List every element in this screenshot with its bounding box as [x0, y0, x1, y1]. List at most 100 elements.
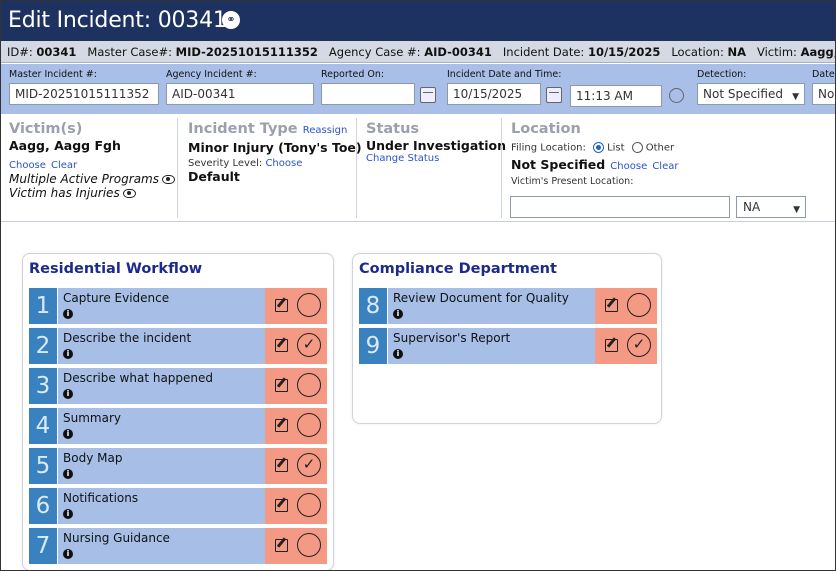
id-label: ID#:	[7, 45, 33, 59]
step-body[interactable]: Review Document for Quality i	[388, 288, 595, 324]
compliance-department-heading: Compliance Department	[359, 261, 557, 277]
master-incident-input[interactable]: MID-20251015111352	[9, 83, 159, 105]
step-body[interactable]: Notifications i	[58, 488, 265, 524]
detection-select[interactable]: Not Specified ▼	[697, 83, 805, 105]
step-actions	[265, 368, 327, 404]
workflow-step[interactable]: 7 Nursing Guidance i	[29, 528, 327, 564]
agency-incident-field: Agency Incident #: AID-00341	[166, 68, 314, 105]
eye-icon[interactable]	[161, 175, 175, 184]
step-body[interactable]: Nursing Guidance i	[58, 528, 265, 564]
change-status-link[interactable]: Change Status	[366, 153, 506, 164]
info-icon[interactable]: i	[63, 509, 73, 519]
step-label: Supervisor's Report	[393, 331, 511, 345]
victim-name: Aagg, Aagg Fgh	[9, 138, 121, 153]
edit-icon[interactable]	[275, 379, 288, 392]
step-label: Nursing Guidance	[63, 531, 170, 545]
workflow-step[interactable]: 8 Review Document for Quality i	[359, 288, 657, 324]
step-body[interactable]: Describe what happened i	[58, 368, 265, 404]
edit-icon[interactable]	[275, 539, 288, 552]
link-icon[interactable]: ⚭	[222, 11, 240, 29]
workflow-step[interactable]: 5 Body Map i ✓	[29, 448, 327, 484]
other-radio[interactable]	[631, 142, 643, 153]
edit-icon[interactable]	[275, 419, 288, 432]
step-label: Describe what happened	[63, 371, 214, 385]
step-body[interactable]: Supervisor's Report i	[388, 328, 595, 364]
calendar-icon[interactable]	[420, 87, 436, 103]
info-icon[interactable]: i	[63, 469, 73, 479]
residential-workflow-heading: Residential Workflow	[29, 261, 203, 277]
workflow-step[interactable]: 4 Summary i	[29, 408, 327, 444]
info-icon[interactable]: i	[63, 549, 73, 559]
reported-on-input[interactable]	[321, 83, 415, 105]
incident-datetime-label: Incident Date and Time:	[447, 69, 562, 80]
edit-icon[interactable]	[275, 499, 288, 512]
status-heading: Status	[366, 121, 420, 137]
empty-circle-icon[interactable]	[627, 293, 651, 317]
location-section: Location Filing Location: List Other Not…	[511, 120, 678, 187]
edit-icon[interactable]	[275, 339, 288, 352]
location-choose-link[interactable]: Choose	[610, 161, 647, 172]
step-number: 9	[359, 328, 387, 364]
step-body[interactable]: Summary i	[58, 408, 265, 444]
check-circle-icon[interactable]: ✓	[297, 333, 321, 357]
agency-incident-input[interactable]: AID-00341	[166, 83, 314, 105]
edit-incident-window: Edit Incident: 00341 ⚭ ID#: 00341 Master…	[0, 0, 836, 571]
location-value: NA	[727, 45, 747, 59]
edit-icon[interactable]	[605, 339, 618, 352]
workflow-step[interactable]: 9 Supervisor's Report i ✓	[359, 328, 657, 364]
incident-datetime-field: Incident Date and Time: 10/15/2025 11:13…	[447, 68, 684, 107]
info-icon[interactable]: i	[63, 389, 73, 399]
incident-details: Victim(s) Aagg, Aagg Fgh Choose Clear Mu…	[1, 114, 835, 222]
list-radio[interactable]	[593, 142, 605, 153]
date-input[interactable]: No	[812, 83, 835, 105]
severity-choose-link[interactable]: Choose	[265, 158, 302, 169]
agency-case-label: Agency Case #:	[328, 45, 421, 59]
step-body[interactable]: Capture Evidence i	[58, 288, 265, 324]
workflow-step[interactable]: 3 Describe what happened i	[29, 368, 327, 404]
workflow-step[interactable]: 6 Notifications i	[29, 488, 327, 524]
empty-circle-icon[interactable]	[297, 413, 321, 437]
page-title: Edit Incident: 00341	[8, 8, 227, 33]
workflow-step[interactable]: 1 Capture Evidence i	[29, 288, 327, 324]
check-circle-icon[interactable]: ✓	[297, 453, 321, 477]
info-icon[interactable]: i	[63, 309, 73, 319]
victim-value: Aagg, Aagg F	[800, 45, 836, 59]
clock-icon[interactable]	[669, 88, 684, 103]
victim-clear-link[interactable]: Clear	[51, 160, 77, 171]
step-label: Body Map	[63, 451, 123, 465]
edit-icon[interactable]	[275, 299, 288, 312]
step-body[interactable]: Body Map i	[58, 448, 265, 484]
workflow-step[interactable]: 2 Describe the incident i ✓	[29, 328, 327, 364]
incident-date-input[interactable]: 10/15/2025	[447, 83, 541, 105]
step-actions: ✓	[265, 448, 327, 484]
edit-icon[interactable]	[275, 459, 288, 472]
injuries-flag: Victim has Injuries	[9, 186, 120, 200]
reassign-link[interactable]: Reassign	[303, 125, 348, 136]
present-location-input[interactable]	[510, 196, 730, 218]
info-icon[interactable]: i	[393, 349, 403, 359]
location-clear-link[interactable]: Clear	[652, 161, 678, 172]
calendar-icon[interactable]	[546, 87, 562, 103]
incident-type-value: Minor Injury (Tony's Toe)	[188, 140, 362, 155]
empty-circle-icon[interactable]	[297, 493, 321, 517]
location-label: Location:	[671, 45, 724, 59]
info-icon[interactable]: i	[63, 429, 73, 439]
step-number: 5	[29, 448, 57, 484]
info-icon[interactable]: i	[63, 349, 73, 359]
multiple-programs-flag: Multiple Active Programs	[9, 172, 159, 186]
victims-section: Victim(s) Aagg, Aagg Fgh Choose Clear Mu…	[9, 120, 175, 200]
victims-heading: Victim(s)	[9, 121, 83, 137]
incident-time-input[interactable]: 11:13 AM	[570, 85, 662, 107]
present-location-select[interactable]: NA ▼	[736, 196, 806, 218]
severity-label: Severity Level:	[188, 158, 263, 169]
step-label: Capture Evidence	[63, 291, 170, 305]
empty-circle-icon[interactable]	[297, 373, 321, 397]
edit-icon[interactable]	[605, 299, 618, 312]
step-body[interactable]: Describe the incident i	[58, 328, 265, 364]
check-circle-icon[interactable]: ✓	[627, 333, 651, 357]
info-icon[interactable]: i	[393, 309, 403, 319]
empty-circle-icon[interactable]	[297, 533, 321, 557]
eye-icon[interactable]	[122, 189, 136, 198]
victim-choose-link[interactable]: Choose	[9, 160, 46, 171]
empty-circle-icon[interactable]	[297, 293, 321, 317]
